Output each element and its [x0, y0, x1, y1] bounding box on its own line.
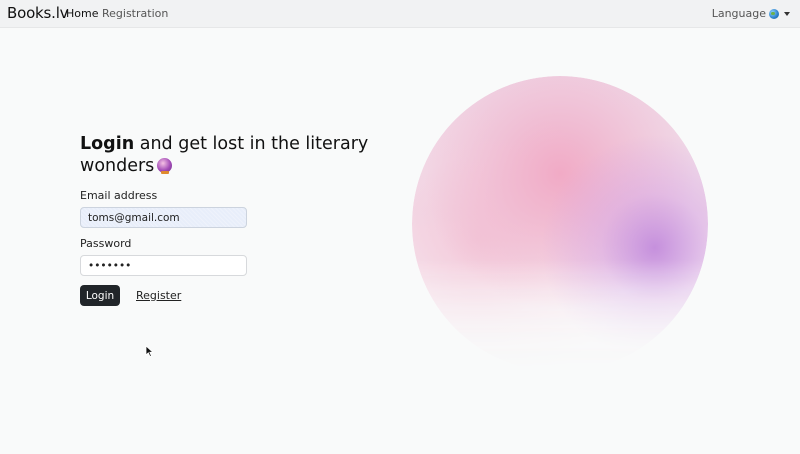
nav-link-home[interactable]: Home: [66, 7, 98, 20]
password-label: Password: [80, 237, 132, 250]
chevron-down-icon: [784, 11, 790, 16]
email-field[interactable]: [80, 207, 247, 228]
password-field[interactable]: [80, 255, 247, 276]
brand-logo[interactable]: Books.lv: [7, 4, 69, 22]
heading-bold: Login: [80, 134, 135, 154]
language-dropdown[interactable]: Language: [712, 7, 790, 20]
email-label: Email address: [80, 189, 158, 202]
language-label: Language: [711, 7, 766, 20]
decorative-gradient-orb: [412, 76, 708, 372]
login-button[interactable]: Login: [80, 285, 120, 306]
nav-link-registration[interactable]: Registration: [102, 7, 168, 20]
register-link[interactable]: Register: [136, 289, 181, 302]
mouse-cursor-icon: [145, 345, 154, 358]
login-heading: Login and get lost in the literary wonde…: [80, 133, 370, 177]
globe-icon: [769, 8, 779, 19]
top-navbar: Books.lv Home Registration Language: [0, 0, 800, 28]
crystal-ball-icon: [157, 158, 173, 174]
